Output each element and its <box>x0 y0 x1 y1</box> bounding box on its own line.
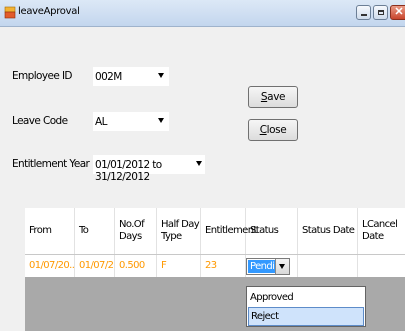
status-dropdown-list[interactable]: Approved Reject <box>246 286 366 327</box>
grid-header: From To No.Of Days Half Day Type Entitleme… <box>25 208 405 255</box>
leave-grid[interactable]: From To No.Of Days Half Day Type Entitleme… <box>25 208 405 331</box>
column-half-day-type[interactable]: Half Day Type <box>157 208 201 254</box>
column-from[interactable]: From <box>25 208 75 254</box>
employee-id-label: Employee ID <box>12 70 73 82</box>
chevron-down-icon <box>158 73 164 78</box>
cell-from[interactable]: 01/07/20... <box>25 255 75 277</box>
title-bar[interactable]: leaveAproval ✕ <box>0 0 405 27</box>
cell-lcancel-date[interactable] <box>358 255 405 277</box>
minimize-icon <box>360 14 367 16</box>
status-dropdown-button[interactable] <box>275 259 289 274</box>
cell-entitlement[interactable]: 23 <box>201 255 246 277</box>
minimize-button[interactable] <box>356 5 371 20</box>
cell-half-day-type[interactable]: F <box>157 255 201 277</box>
close-button[interactable]: Close <box>248 119 298 141</box>
column-lcancel-date[interactable]: LCancel Date <box>358 208 405 254</box>
chevron-down-icon <box>279 264 285 269</box>
status-option-approved[interactable]: Approved <box>248 288 364 307</box>
table-row[interactable]: 01/07/20... 01/07/20... 0.500 F 23 <box>25 255 405 277</box>
leave-code-label: Leave Code <box>12 115 68 127</box>
close-icon: ✕ <box>394 6 404 18</box>
cell-to[interactable]: 01/07/20... <box>75 255 115 277</box>
column-status[interactable]: Status <box>246 208 298 254</box>
status-option-reject[interactable]: Reject <box>248 307 364 326</box>
column-to[interactable]: To <box>75 208 115 254</box>
close-mnemonic: C <box>259 124 267 136</box>
chevron-down-icon <box>196 161 202 166</box>
leave-code-select[interactable]: AL <box>92 111 170 132</box>
entitlement-year-label: Entitlement Year <box>12 158 90 170</box>
app-window-icon <box>4 6 16 19</box>
entitlement-year-select[interactable]: 01/01/2012 to 31/12/2012 <box>92 154 206 183</box>
entitlement-year-value: 01/01/2012 to 31/12/2012 <box>95 159 162 183</box>
column-entitlement[interactable]: Entitlement <box>201 208 257 254</box>
column-status-date[interactable]: Status Date <box>298 208 358 254</box>
close-label: lose <box>266 124 287 136</box>
cell-days[interactable]: 0.500 <box>115 255 157 277</box>
window-title: leaveAproval <box>18 6 80 17</box>
save-button[interactable]: Save <box>248 86 298 108</box>
employee-id-value: 002M <box>95 71 122 83</box>
cell-status-date[interactable] <box>298 255 358 277</box>
employee-id-select[interactable]: 002M <box>92 66 170 87</box>
close-window-button[interactable]: ✕ <box>390 5 405 20</box>
save-label: ave <box>267 91 286 103</box>
maximize-button[interactable] <box>373 5 388 20</box>
column-no-of-days[interactable]: No.Of Days <box>115 208 157 254</box>
chevron-down-icon <box>158 118 164 123</box>
status-combo-editor[interactable]: Pending <box>246 258 290 275</box>
leave-code-value: AL <box>95 116 107 128</box>
maximize-icon <box>377 10 384 15</box>
